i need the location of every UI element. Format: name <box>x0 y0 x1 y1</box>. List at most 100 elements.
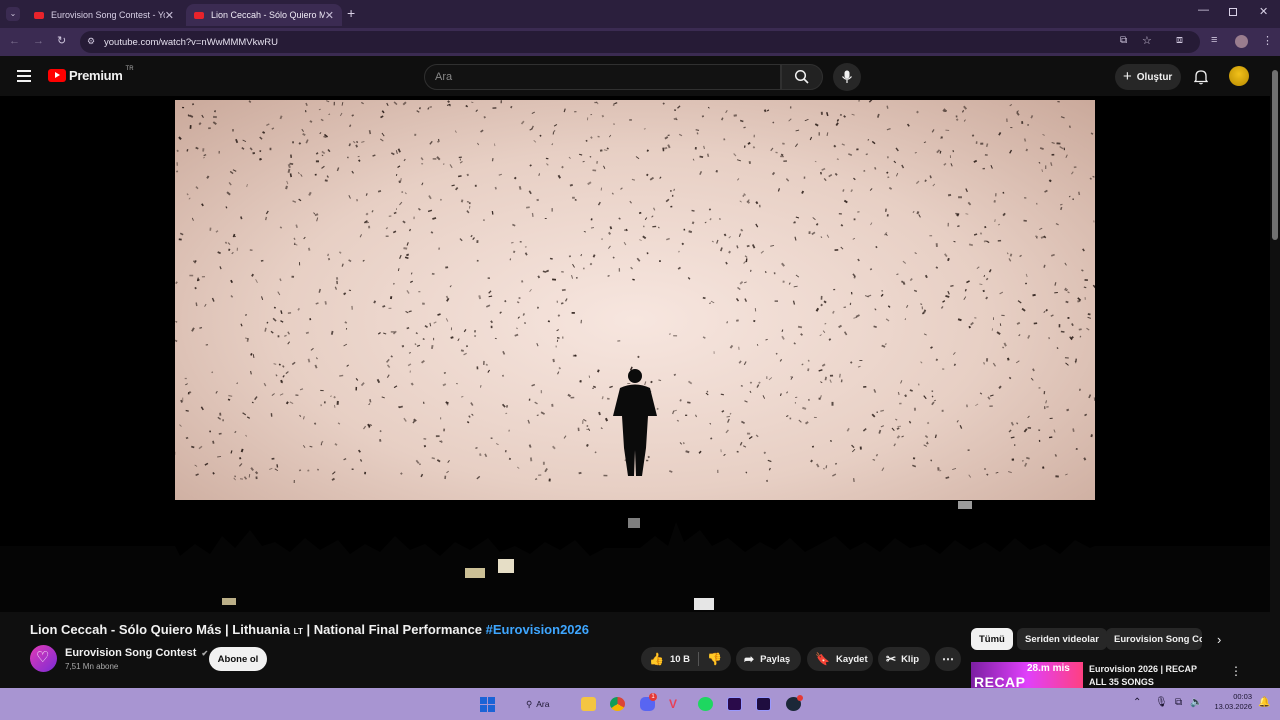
search-placeholder: Ara <box>435 71 453 83</box>
clock-time: 00:03 <box>1233 692 1252 701</box>
search-icon <box>794 69 809 84</box>
save-button[interactable]: 🔖 Kaydet <box>807 647 873 671</box>
extensions-icon[interactable]: ⧈ <box>1176 34 1183 47</box>
notification-dot <box>797 695 803 701</box>
volume-icon[interactable]: 🔈 <box>1190 697 1202 708</box>
windows-start-icon[interactable] <box>480 697 495 712</box>
tab-eurovision-channel[interactable]: Eurovision Song Contest - YouT ✕ <box>26 4 182 26</box>
chrome-browser-icon[interactable] <box>610 697 625 711</box>
youtube-favicon-icon <box>34 11 44 19</box>
channel-name-text: Eurovision Song Contest <box>65 647 197 659</box>
youtube-premium-logo[interactable]: Premium TR <box>48 66 134 83</box>
bookmark-icon: 🔖 <box>815 652 830 666</box>
hashtag-link[interactable]: #Eurovision2026 <box>486 622 589 637</box>
install-app-icon[interactable]: ⧉ <box>1120 35 1127 46</box>
more-actions-button[interactable]: ⋯ <box>935 647 961 671</box>
taskbar-search[interactable]: ⚲ Ara <box>518 695 573 713</box>
microphone-icon <box>842 70 852 83</box>
video-player[interactable] <box>0 96 1270 612</box>
taskbar-search-label: Ara <box>536 699 550 709</box>
save-label: Kaydet <box>835 653 868 665</box>
dislike-button[interactable]: 👎 <box>707 652 722 666</box>
tab-lion-ceccah-video[interactable]: Lion Ceccah - Sólo Quiero Más ✕ <box>186 4 342 26</box>
notifications-tray-icon[interactable]: 🔔 <box>1258 697 1270 708</box>
account-avatar[interactable] <box>1229 66 1249 86</box>
scissors-icon: ✂ <box>886 652 897 666</box>
forward-icon[interactable]: → <box>33 35 44 47</box>
close-tab-icon[interactable]: ✕ <box>165 9 174 22</box>
recommendation-title[interactable]: Eurovision 2026 | RECAP ALL 35 SONGS <box>1089 663 1215 689</box>
subscribe-button[interactable]: Abone ol <box>209 647 267 671</box>
url-text: youtube.com/watch?v=nWwMMMVkwRU <box>104 36 278 48</box>
file-explorer-icon[interactable] <box>581 697 596 711</box>
verified-icon: ✔ <box>201 649 209 658</box>
video-title: Lion Ceccah - Sólo Quiero Más | Lithuani… <box>30 622 589 637</box>
chip-channel[interactable]: Eurovision Song Contest <box>1106 628 1202 650</box>
create-label: Oluştur <box>1136 71 1173 83</box>
voice-search-button[interactable] <box>833 63 861 91</box>
channel-name[interactable]: Eurovision Song Contest ✔ <box>65 647 208 659</box>
scrollbar-thumb[interactable] <box>1272 70 1278 240</box>
guide-menu-icon[interactable] <box>17 70 31 82</box>
share-arrow-icon: ➦ <box>744 652 755 666</box>
close-window-button[interactable]: ✕ <box>1259 5 1268 18</box>
browser-menu-icon[interactable]: ⋮ <box>1262 34 1273 47</box>
system-clock[interactable]: 00:03 13.03.2026 <box>1206 692 1252 712</box>
media-controls-icon[interactable]: ≡ <box>1211 34 1217 46</box>
search-icon: ⚲ <box>526 698 533 709</box>
clip-button[interactable]: ✂ Klip <box>878 647 930 671</box>
address-bar[interactable]: ⚙ youtube.com/watch?v=nWwMMMVkwRU ⧉ ☆ <box>80 31 1200 53</box>
thumbnail-overlay-text: 28.m mis <box>1027 663 1070 674</box>
youtube-header: Premium TR Ara + Oluştur <box>0 56 1280 96</box>
clip-label: Klip <box>901 653 920 665</box>
like-dislike-group: 👍 10 B 👎 <box>641 647 731 671</box>
network-icon[interactable]: ⧉ <box>1175 697 1182 708</box>
bookmark-star-icon[interactable]: ☆ <box>1142 34 1152 47</box>
flag-emoji: LT <box>293 627 303 636</box>
tab-list-button[interactable]: ⌄ <box>6 7 20 21</box>
video-title-text: Lion Ceccah - Sólo Quiero Más | Lithuani… <box>30 622 294 637</box>
thumbnail-recap-text: RECAP <box>974 674 1026 688</box>
valorant-icon[interactable]: V <box>669 697 684 711</box>
more-horizontal-icon: ⋯ <box>942 652 954 666</box>
chips-next-arrow-icon[interactable]: › <box>1217 632 1221 647</box>
plus-icon: + <box>1123 68 1132 85</box>
after-effects-icon[interactable] <box>756 697 771 711</box>
thumbs-up-icon: 👍 <box>649 652 664 666</box>
share-button[interactable]: ➦ Paylaş <box>736 647 801 671</box>
browser-tab-strip: ⌄ Eurovision Song Contest - YouT ✕ Lion … <box>0 0 1280 28</box>
profile-avatar[interactable] <box>1235 35 1248 48</box>
site-info-icon[interactable]: ⚙ <box>87 36 95 47</box>
tray-chevron-icon[interactable]: ⌃ <box>1133 697 1141 708</box>
tab-label: Lion Ceccah - Sólo Quiero Más <box>211 10 325 20</box>
subscriber-count: 7,51 Mn abone <box>65 662 119 671</box>
spotify-icon[interactable] <box>698 697 713 711</box>
clock-date: 13.03.2026 <box>1214 702 1252 711</box>
browser-toolbar: ← → ↻ ⚙ youtube.com/watch?v=nWwMMMVkwRU … <box>0 28 1280 56</box>
video-title-rest: | National Final Performance <box>302 622 486 637</box>
search-button[interactable] <box>781 64 823 90</box>
close-tab-icon[interactable]: ✕ <box>325 9 334 22</box>
premiere-pro-icon[interactable] <box>727 697 742 711</box>
chip-series-videos[interactable]: Seriden videolar <box>1017 628 1107 650</box>
channel-avatar[interactable]: ♡ <box>30 645 57 672</box>
new-tab-button[interactable]: + <box>347 5 355 21</box>
heart-logo-icon: ♡ <box>36 649 50 666</box>
crowd-silhouette <box>0 501 1270 612</box>
youtube-play-logo-icon <box>48 69 66 82</box>
notifications-bell-icon[interactable] <box>1194 69 1208 85</box>
reload-icon[interactable]: ↻ <box>57 34 66 47</box>
search-input[interactable]: Ara <box>424 64 781 90</box>
youtube-favicon-icon <box>194 11 204 19</box>
recommendation-thumbnail[interactable]: 28.m mis RECAP <box>971 662 1083 688</box>
chip-all[interactable]: Tümü <box>971 628 1013 650</box>
recommendation-menu-icon[interactable]: ⋮ <box>1230 664 1242 678</box>
minimize-window-button[interactable]: — <box>1198 4 1209 16</box>
restore-window-button[interactable] <box>1229 8 1237 16</box>
microphone-tray-icon[interactable]: 🎙 <box>1155 697 1168 708</box>
back-icon[interactable]: ← <box>9 35 20 47</box>
create-button[interactable]: + Oluştur <box>1115 64 1181 90</box>
like-button[interactable]: 👍 10 B <box>641 652 690 666</box>
discord-badge: 1 <box>649 693 657 701</box>
divider <box>698 652 700 666</box>
